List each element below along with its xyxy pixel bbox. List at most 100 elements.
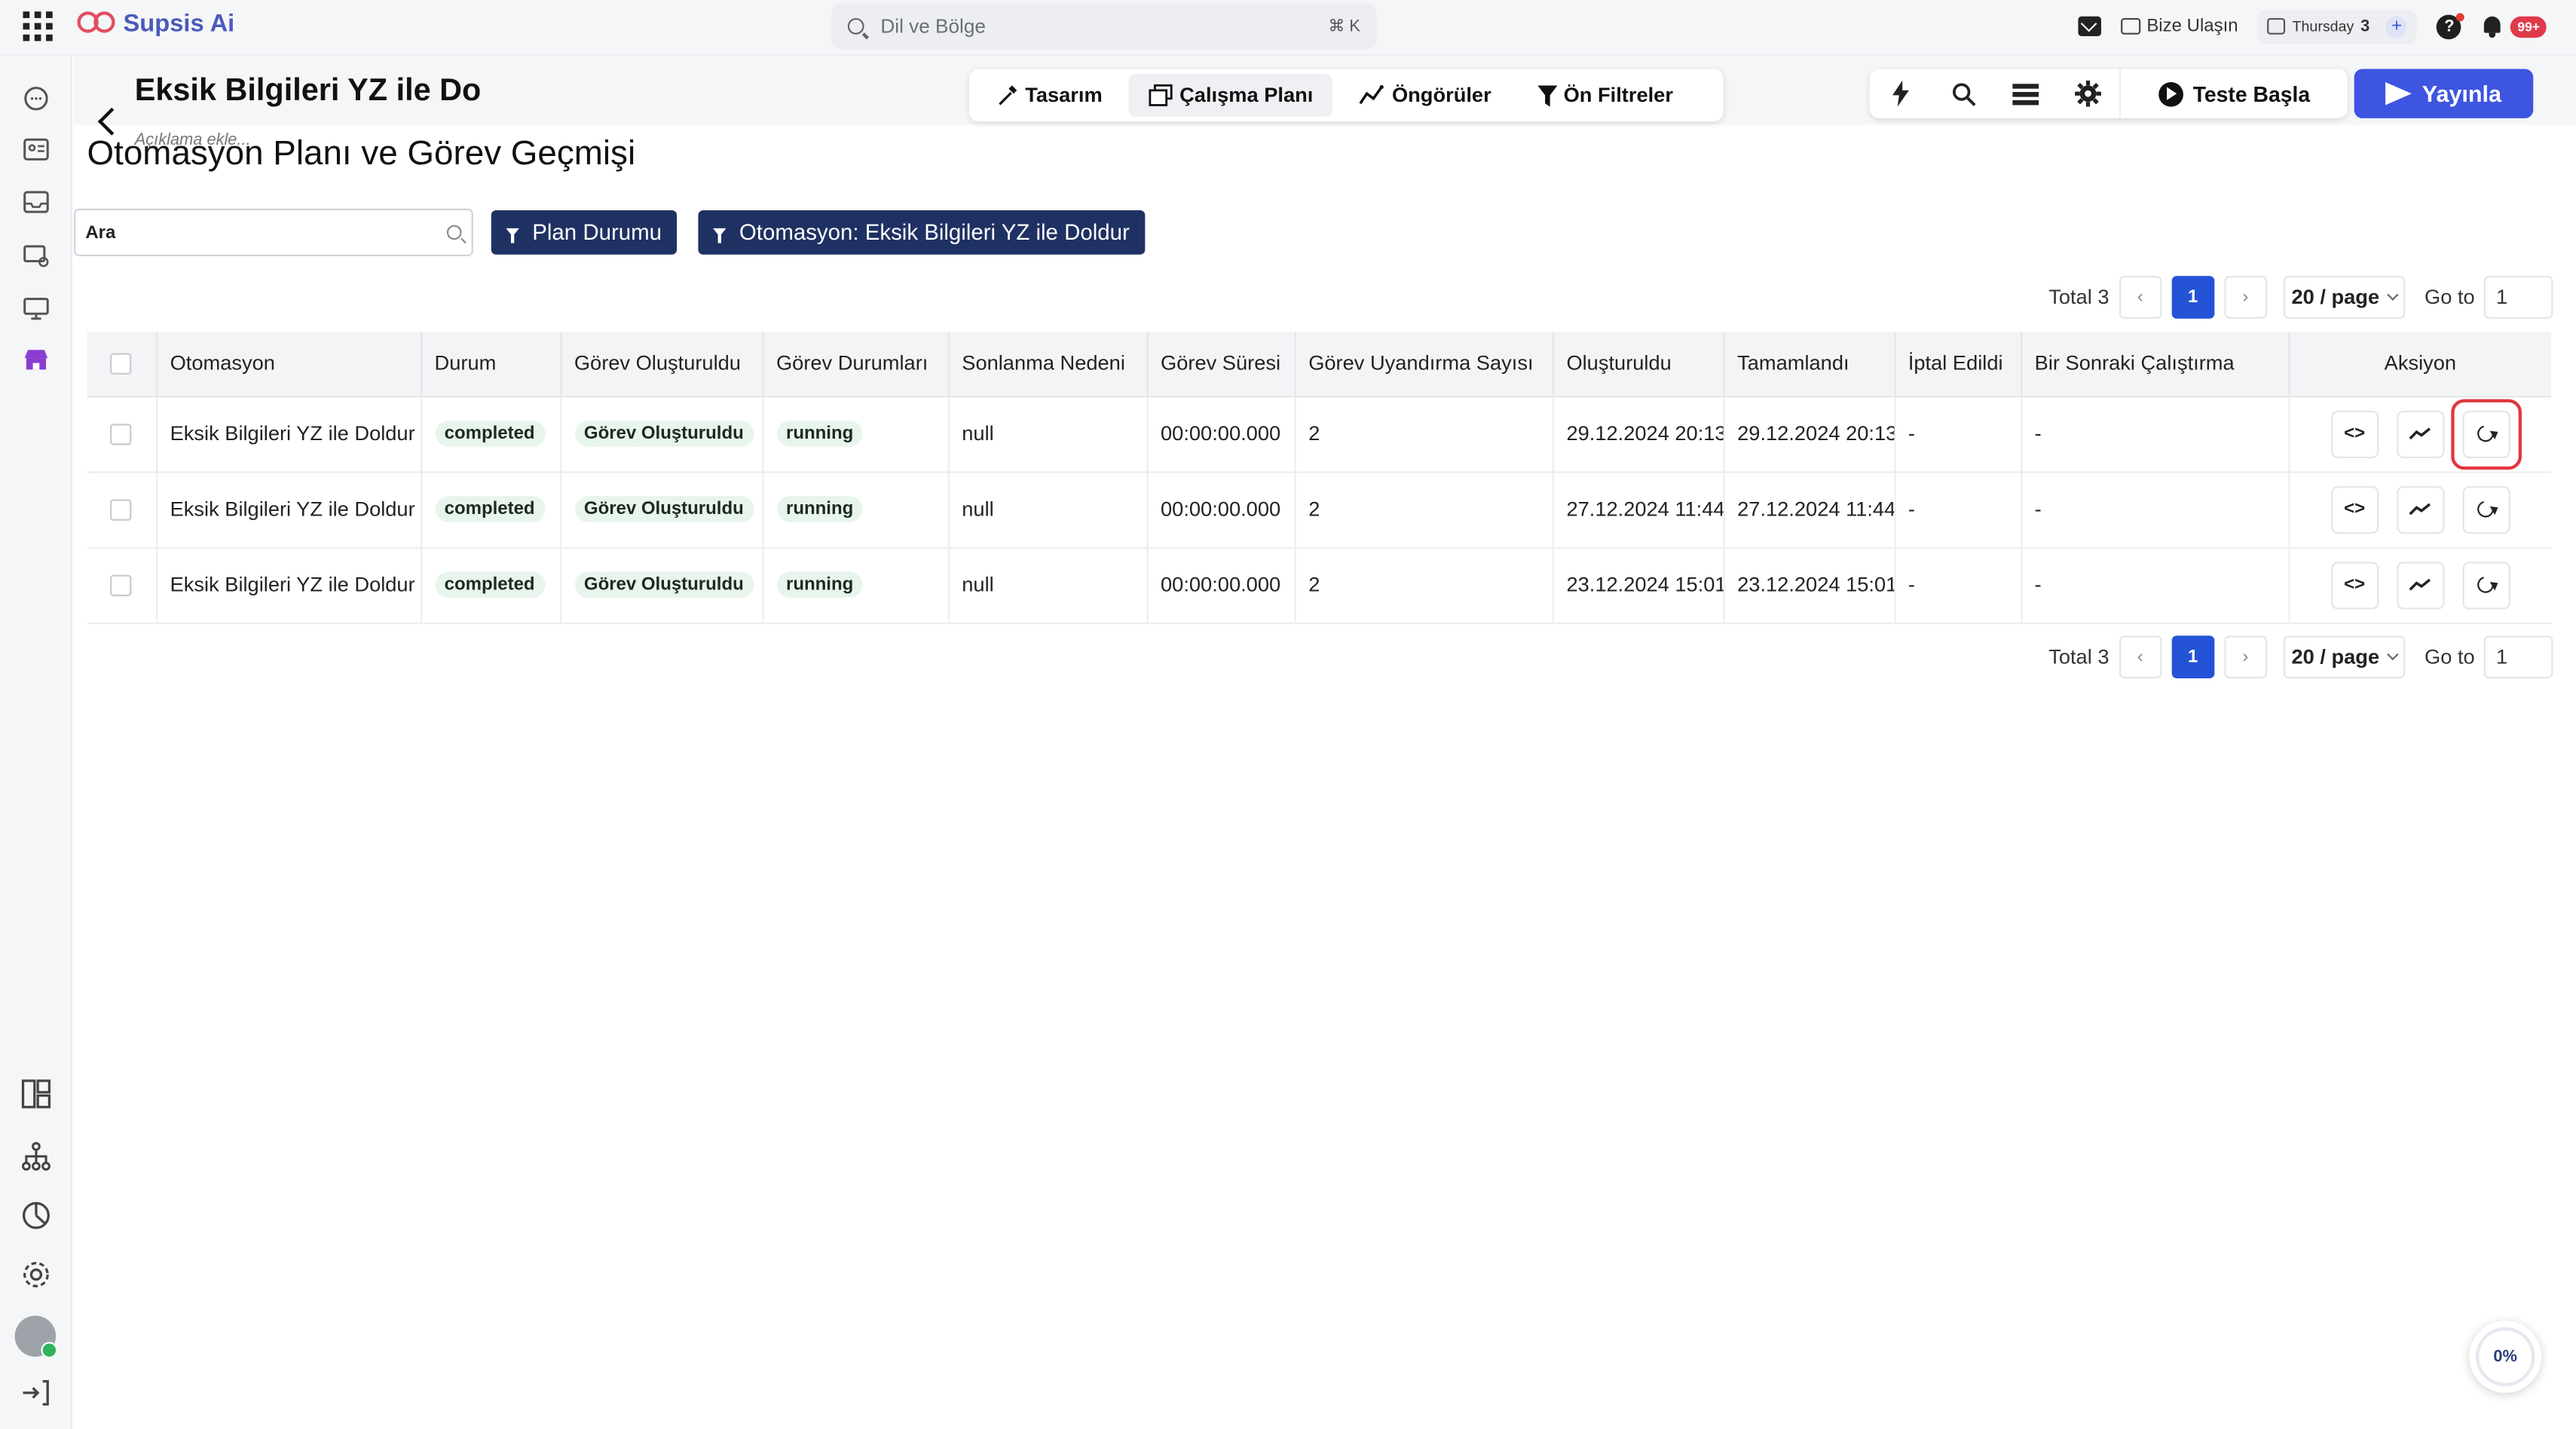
list-button[interactable] <box>1994 69 2057 118</box>
search-icon <box>1951 82 1975 106</box>
column-header[interactable]: Bir Sonraki Çalıştırma <box>2021 332 2290 397</box>
table-search <box>74 208 473 256</box>
tab-design[interactable]: Tasarım <box>976 74 1122 117</box>
view-code-button[interactable]: <> <box>2330 561 2379 609</box>
view-trend-button[interactable] <box>2396 561 2444 609</box>
goto-label: Go to <box>2425 645 2475 669</box>
prev-page-button[interactable]: ‹ <box>2119 635 2162 679</box>
sidebar-settings-button[interactable] <box>20 1258 53 1291</box>
search-icon[interactable] <box>446 225 462 240</box>
tab-prefilters[interactable]: Ön Filtreler <box>1518 74 1693 117</box>
table-row[interactable]: Eksik Bilgileri YZ ile Doldur completed … <box>87 471 2552 548</box>
cell-completed: 27.12.2024 11:44 <box>1723 471 1895 548</box>
view-code-button[interactable]: <> <box>2330 409 2379 457</box>
view-trend-button[interactable] <box>2396 409 2444 457</box>
start-test-label: Teste Başla <box>2192 81 2311 106</box>
hierarchy-icon <box>21 1142 50 1171</box>
filter-plan-status[interactable]: Plan Durumu <box>491 210 677 255</box>
contact-button[interactable]: Bize Ulaşın <box>2120 17 2238 36</box>
sidebar-layout-button[interactable] <box>20 1078 53 1111</box>
toolbar-search-button[interactable] <box>1932 69 1994 118</box>
table-row[interactable]: Eksik Bilgileri YZ ile Doldur completed … <box>87 546 2552 624</box>
top-right-actions: Bize Ulaşın Thursday 3 + ? 99+ <box>2077 7 2547 46</box>
cell-automation: Eksik Bilgileri YZ ile Doldur <box>156 396 422 473</box>
help-icon[interactable]: ? <box>2437 12 2465 39</box>
sidebar-reports-button[interactable] <box>20 1199 53 1232</box>
row-checkbox[interactable] <box>110 424 132 445</box>
gear-icon <box>2075 80 2101 107</box>
column-header[interactable]: Görev Oluşturuldu <box>560 332 763 397</box>
flow-toolbar: Teste Başla <box>1869 69 2348 118</box>
filter-icon <box>1537 84 1557 106</box>
row-checkbox[interactable] <box>110 499 132 522</box>
flow-title[interactable]: Eksik Bilgileri YZ ile Doldur <box>135 74 480 110</box>
bell-icon <box>2481 15 2504 38</box>
column-header[interactable]: Görev Uyandırma Sayısı <box>1294 332 1554 397</box>
tab-schedule[interactable]: Çalışma Planı <box>1128 74 1333 117</box>
cell-termination-reason: null <box>947 546 1148 624</box>
tab-insights[interactable]: Öngörüler <box>1339 74 1511 117</box>
goto-page-input[interactable]: 1 <box>2484 276 2554 319</box>
apps-grid-icon[interactable] <box>23 11 53 41</box>
select-all-cell <box>87 332 158 397</box>
sidebar-monitor-button[interactable] <box>20 292 53 326</box>
column-header[interactable]: Tamamlandı <box>1723 332 1895 397</box>
column-header[interactable]: Sonlanma Nedeni <box>947 332 1148 397</box>
publish-button[interactable]: Yayınla <box>2354 69 2534 118</box>
cell-task-created: Görev Oluşturuldu <box>560 396 763 473</box>
row-checkbox[interactable] <box>110 574 132 597</box>
rerun-button[interactable] <box>2461 409 2510 457</box>
rerun-button[interactable] <box>2461 561 2510 609</box>
flow-tabs: Tasarım Çalışma Planı Öngörüler Ön Filtr… <box>969 69 1724 122</box>
prev-page-button[interactable]: ‹ <box>2119 276 2162 319</box>
page-number-button[interactable]: 1 <box>2171 635 2215 679</box>
column-header[interactable]: İptal Edildi <box>1894 332 2022 397</box>
date-chip[interactable]: Thursday 3 + <box>2257 8 2418 44</box>
start-test-button[interactable]: Teste Başla <box>2119 69 2348 118</box>
column-header[interactable]: Otomasyon <box>156 332 422 397</box>
progress-widget[interactable]: 0% <box>2469 1320 2542 1394</box>
cell-automation: Eksik Bilgileri YZ ile Doldur <box>156 546 422 624</box>
cell-cancelled: - <box>1894 396 2022 473</box>
flow-settings-button[interactable] <box>2057 69 2119 118</box>
sidebar-store-button[interactable] <box>20 343 53 376</box>
filter-automation[interactable]: Otomasyon: Eksik Bilgileri YZ ile Doldur <box>698 210 1145 255</box>
view-trend-button[interactable] <box>2396 485 2444 534</box>
row-select-cell <box>87 471 158 548</box>
cell-wake-count: 2 <box>1294 471 1554 548</box>
sidebar-inbox-button[interactable] <box>20 185 53 219</box>
table-row[interactable]: Eksik Bilgileri YZ ile Doldur completed … <box>87 396 2552 473</box>
brand-logo[interactable]: Supsis Ai <box>77 10 234 38</box>
rerun-button[interactable] <box>2461 485 2510 534</box>
view-code-button[interactable]: <> <box>2330 485 2379 534</box>
cell-termination-reason: null <box>947 471 1148 548</box>
trigger-button[interactable] <box>1870 69 1932 118</box>
row-actions: <> <box>2302 485 2538 534</box>
user-avatar[interactable] <box>14 1315 58 1359</box>
next-page-button[interactable]: › <box>2224 635 2267 679</box>
sidebar-chat-button[interactable] <box>20 82 53 115</box>
add-event-button[interactable]: + <box>2385 15 2408 38</box>
sidebar-logout-button[interactable] <box>20 1376 53 1409</box>
page-size-select[interactable]: 20 / page <box>2283 635 2405 679</box>
sidebar-contacts-button[interactable] <box>20 133 53 167</box>
task-created-badge: Görev Oluşturuldu <box>574 496 754 523</box>
column-header[interactable]: Görev Süresi <box>1146 332 1296 397</box>
select-all-checkbox[interactable] <box>110 353 132 375</box>
notifications-button[interactable]: 99+ <box>2481 15 2547 38</box>
sidebar-flows-button[interactable] <box>20 1140 53 1173</box>
page-number-button[interactable]: 1 <box>2171 276 2215 319</box>
sidebar-settings-screen-button[interactable] <box>20 240 53 273</box>
table-search-input[interactable] <box>85 222 447 243</box>
goto-page-input[interactable]: 1 <box>2484 635 2554 679</box>
cell-status: completed <box>421 546 561 624</box>
chevron-down-icon <box>2386 648 2399 661</box>
page-size-select[interactable]: 20 / page <box>2283 276 2405 319</box>
inbox-button[interactable] <box>2077 16 2101 36</box>
cell-cancelled: - <box>1894 546 2022 624</box>
column-header[interactable]: Durum <box>421 332 561 397</box>
next-page-button[interactable]: › <box>2224 276 2267 319</box>
column-header[interactable]: Oluşturuldu <box>1552 332 1724 397</box>
global-search[interactable]: Dil ve Bölge ⌘ K <box>831 3 1377 50</box>
column-header[interactable]: Görev Durumları <box>762 332 949 397</box>
